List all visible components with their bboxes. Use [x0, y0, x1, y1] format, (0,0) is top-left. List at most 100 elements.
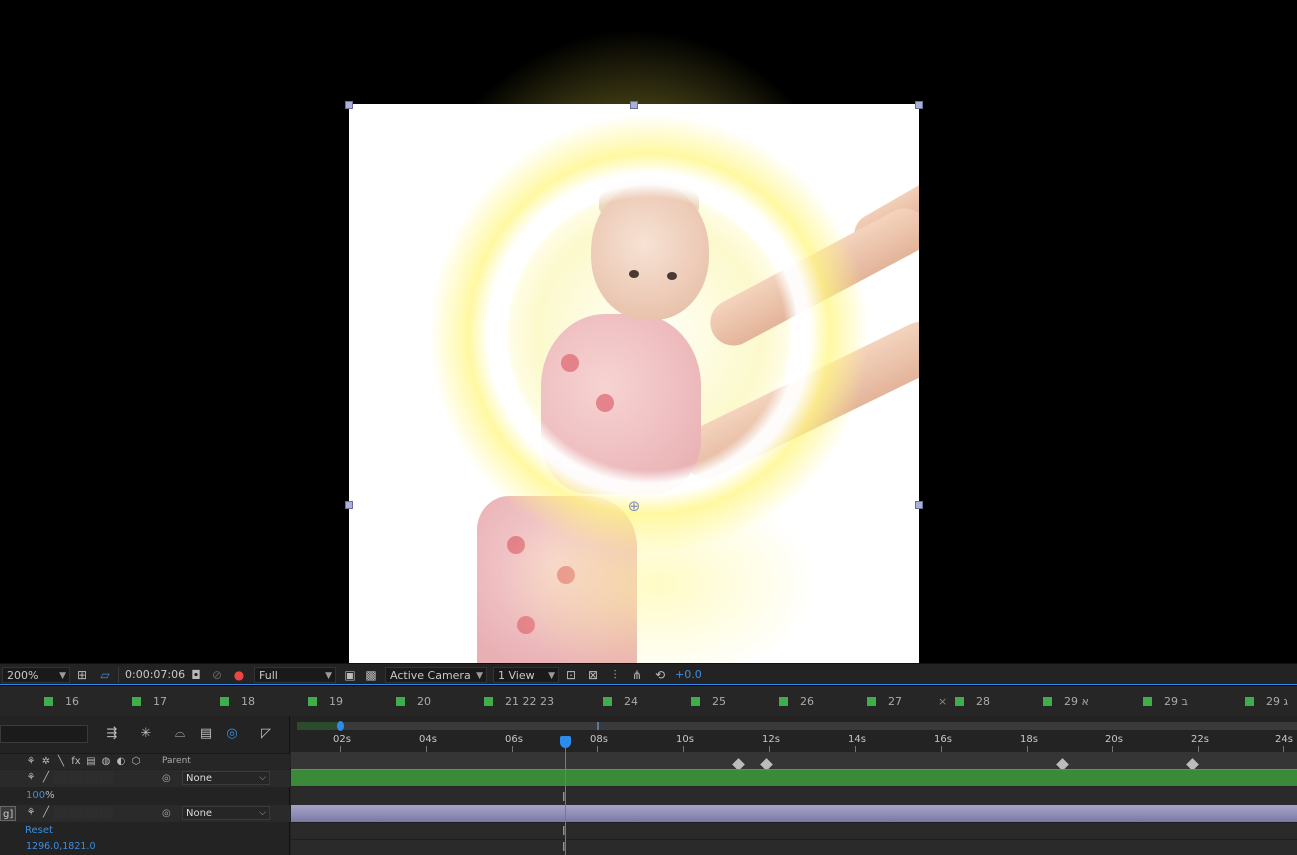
switch-slot[interactable] — [99, 771, 113, 784]
marker-icon — [867, 697, 876, 706]
work-area-bar[interactable] — [297, 721, 1297, 731]
chevron-down-icon: ⌵ — [259, 773, 266, 783]
switch-slot[interactable] — [84, 806, 98, 819]
mask-toggle-icon[interactable]: ▱ — [97, 667, 113, 683]
timeline-icon[interactable]: ⫶ — [607, 667, 623, 683]
parent-value: None — [186, 808, 213, 819]
switch-slot[interactable] — [54, 806, 68, 819]
transform-handle[interactable] — [915, 101, 923, 109]
shy-switch-icon[interactable]: ⚘ — [24, 771, 38, 784]
time-ruler[interactable]: 02s 04s 06s 08s 10s 12s 14s 16s 18s 20s … — [291, 716, 1297, 752]
marker[interactable]: 20 — [396, 696, 431, 708]
region-of-interest-icon[interactable]: ▣ — [342, 667, 358, 683]
reset-link[interactable]: Reset — [25, 822, 53, 839]
layer-bar-green[interactable] — [291, 769, 1297, 786]
layer-name[interactable]: g] — [0, 806, 17, 821]
switch-slot[interactable] — [84, 771, 98, 784]
pick-whip-icon[interactable]: ◎ — [162, 805, 171, 822]
show-snapshot-icon[interactable]: ⊘ — [209, 667, 225, 683]
motion-blur-switch-icon[interactable]: ◍ — [99, 755, 113, 768]
marker[interactable]: 25 — [691, 696, 726, 708]
marker[interactable]: 29 ג — [1245, 696, 1288, 708]
quality-switch-icon[interactable]: ╱ — [39, 771, 53, 784]
motion-blur-icon[interactable]: ◎ — [223, 725, 241, 743]
marker[interactable]: 29 ב — [1143, 696, 1188, 708]
fit-icon[interactable]: ⊞ — [74, 667, 90, 683]
marker[interactable]: 21 22 23 — [484, 696, 554, 708]
transform-handle[interactable] — [345, 501, 353, 509]
parent-dropdown[interactable]: None ⌵ — [182, 771, 270, 785]
marker[interactable]: 24 — [603, 696, 638, 708]
camera-value: Active Camera — [390, 669, 471, 682]
current-time[interactable]: 0:00:07:06 — [118, 667, 185, 683]
resolution-dropdown[interactable]: Full ▼ — [254, 667, 336, 683]
effect-switch-icon[interactable]: fx — [69, 755, 83, 768]
frame-blending-icon[interactable]: ▤ — [197, 725, 215, 743]
collapse-switch-icon[interactable]: ✲ — [39, 755, 53, 768]
pick-whip-icon[interactable]: ◎ — [162, 770, 171, 787]
anchor-point-icon[interactable]: ⊕ — [625, 497, 643, 515]
toggle-pixel-icon[interactable]: ⊡ — [563, 667, 579, 683]
ruler-tick-label: 14s — [848, 734, 866, 745]
switch-slot[interactable] — [99, 806, 113, 819]
graph-editor-icon[interactable]: ◸ — [257, 725, 275, 743]
chevron-down-icon: ▼ — [325, 671, 332, 681]
marker[interactable]: 18 — [220, 696, 255, 708]
parent-dropdown[interactable]: None ⌵ — [182, 806, 270, 820]
position-value[interactable]: 1296.0,1821.0 — [26, 838, 96, 855]
composition-flowchart-icon[interactable]: ⇶ — [103, 725, 121, 743]
shy-layers-icon[interactable]: ⌓ — [171, 725, 189, 743]
marker[interactable]: 19 — [308, 696, 343, 708]
switch-slot[interactable] — [69, 806, 83, 819]
snapshot-icon[interactable]: ◘ — [188, 667, 204, 683]
reset-exposure-icon[interactable]: ⟲ — [652, 667, 668, 683]
property-track — [291, 787, 1297, 805]
layer-bar-purple[interactable] — [291, 805, 1297, 822]
layer-row[interactable]: g] ⚘ ╱ ◎ None ⌵ — [0, 805, 290, 822]
transform-handle[interactable] — [915, 501, 923, 509]
layer-search-input[interactable] — [0, 725, 88, 743]
shy-switch-icon[interactable]: ⚘ — [24, 755, 38, 768]
switch-slot[interactable] — [69, 771, 83, 784]
3d-switch-icon[interactable]: ⬡ — [129, 755, 143, 768]
marker-label: 25 — [712, 695, 726, 708]
transparency-grid-icon[interactable]: ▩ — [363, 667, 379, 683]
channels-icon[interactable]: ● — [231, 667, 247, 683]
camera-dropdown[interactable]: Active Camera ▼ — [385, 667, 487, 683]
keyframe-track[interactable] — [291, 752, 1297, 771]
flowchart-icon[interactable]: ⋔ — [629, 667, 645, 683]
exposure-value[interactable]: +0.0 — [675, 667, 702, 683]
quality-switch-icon[interactable]: ╲ — [54, 755, 68, 768]
layer-switches: ⚘ ╱ — [24, 771, 114, 785]
transform-handle[interactable] — [345, 101, 353, 109]
marker[interactable]: 17 — [132, 696, 167, 708]
ruler-tick-label: 06s — [505, 734, 523, 745]
property-value-number[interactable]: 100 — [26, 790, 45, 801]
marker[interactable]: 28 — [955, 696, 990, 708]
frame-blend-switch-icon[interactable]: ▤ — [84, 755, 98, 768]
composition-viewer[interactable]: ⊕ — [0, 0, 1297, 663]
zoom-dropdown[interactable]: 200% ▼ — [2, 667, 70, 683]
marker-icon — [132, 697, 141, 706]
marker[interactable]: 27 — [867, 696, 902, 708]
work-area-handle[interactable] — [337, 721, 344, 731]
views-dropdown[interactable]: 1 View ▼ — [493, 667, 559, 683]
timeline-tracks[interactable]: I I I — [291, 752, 1297, 855]
fast-preview-icon[interactable]: ⊠ — [585, 667, 601, 683]
marker-label: 28 — [976, 695, 990, 708]
quality-switch-icon[interactable]: ╱ — [39, 806, 53, 819]
marker-label: 29 ג — [1266, 695, 1289, 708]
property-value[interactable]: 100% — [26, 787, 55, 804]
adjustment-switch-icon[interactable]: ◐ — [114, 755, 128, 768]
ruler-tick-label: 20s — [1105, 734, 1123, 745]
marker[interactable]: 16 — [44, 696, 79, 708]
draft-3d-icon[interactable]: ✳ — [137, 725, 155, 743]
transform-handle[interactable] — [630, 101, 638, 109]
marker-label: 26 — [800, 695, 814, 708]
switch-slot[interactable] — [54, 771, 68, 784]
layer-row[interactable]: ⚘ ╱ ◎ None ⌵ — [0, 770, 290, 787]
shy-switch-icon[interactable]: ⚘ — [24, 806, 38, 819]
marker[interactable]: 29 א — [1043, 696, 1089, 708]
composition-frame[interactable] — [349, 104, 919, 663]
marker[interactable]: 26 — [779, 696, 814, 708]
